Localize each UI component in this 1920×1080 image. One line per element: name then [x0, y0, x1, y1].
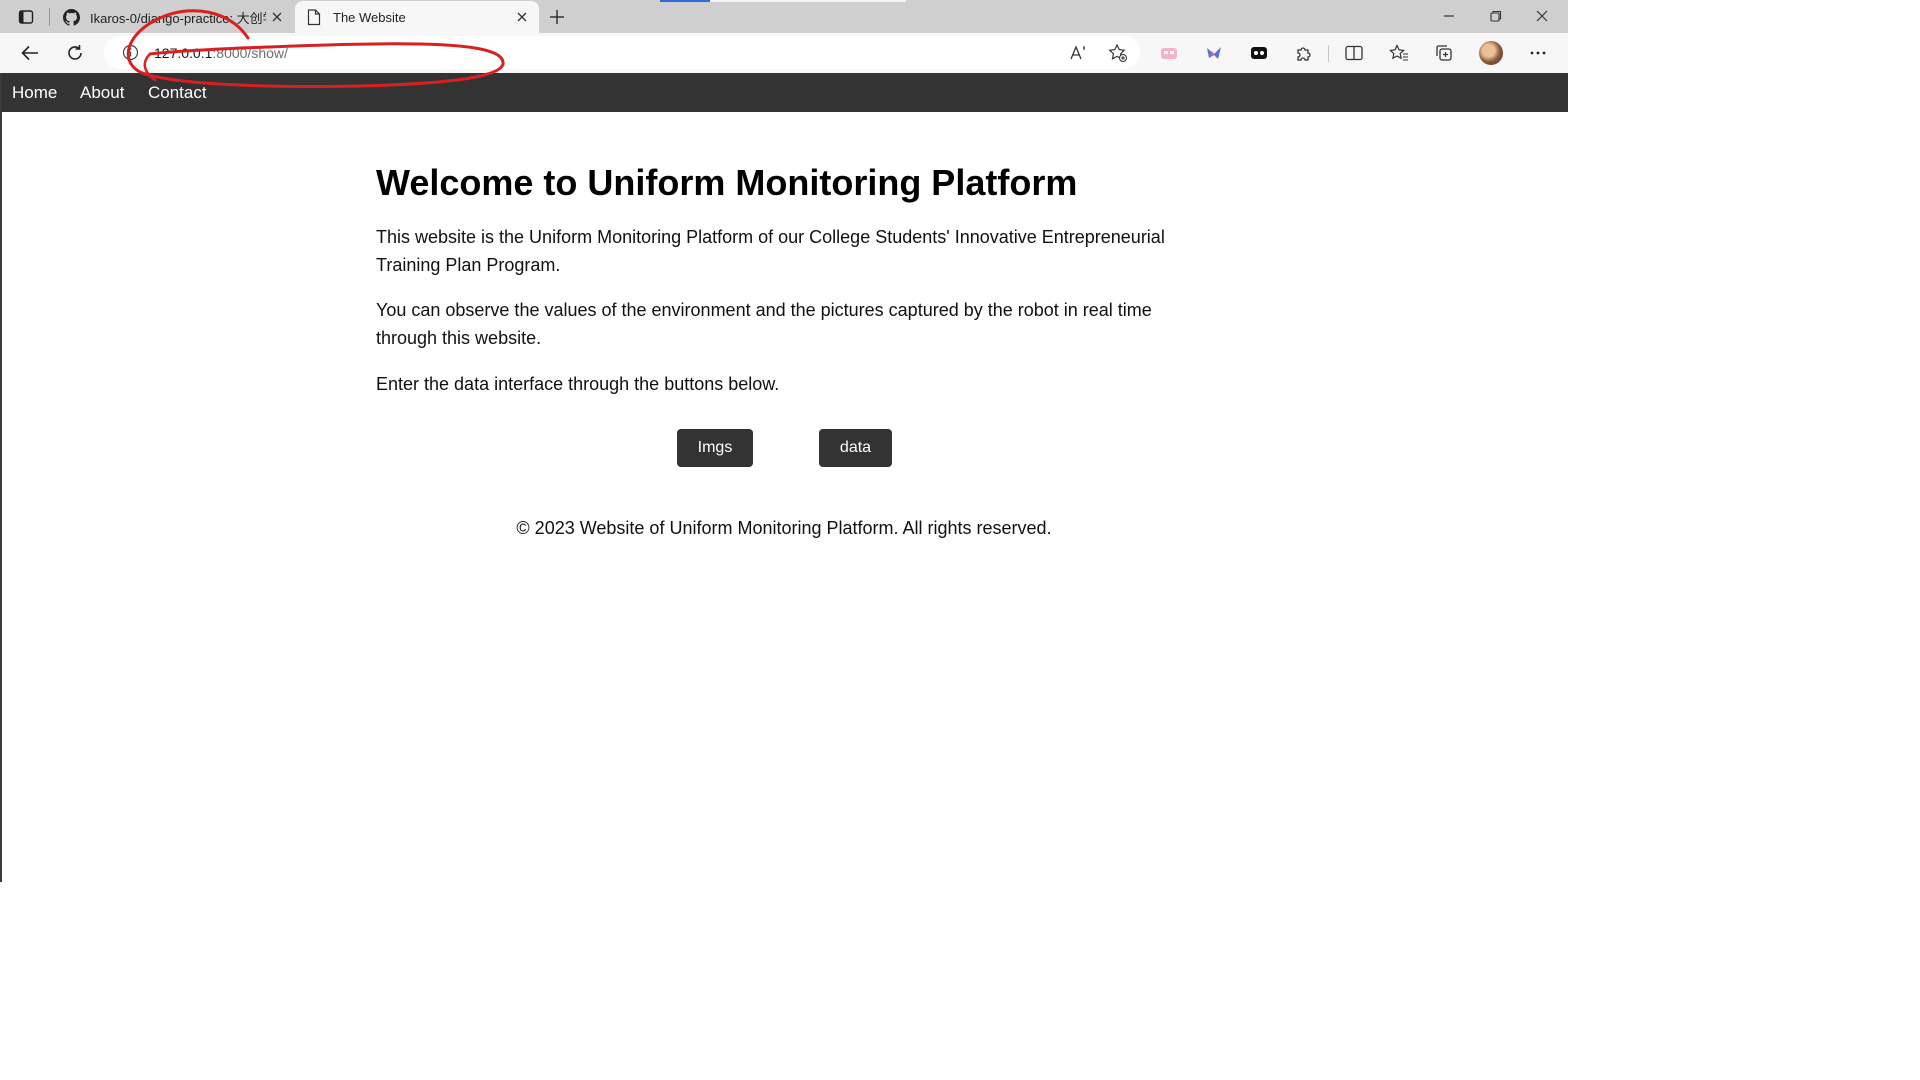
toolbar-divider — [1328, 45, 1329, 62]
tab-title: Ikaros-0/django-practice: 大创学 — [90, 10, 266, 26]
restore-icon[interactable] — [1476, 4, 1516, 28]
more-options-icon[interactable] — [1524, 40, 1552, 66]
address-bar[interactable]: 127.0.0.1:8000/show/ — [104, 36, 1140, 69]
main-content: Welcome to Uniform Monitoring Platform T… — [376, 160, 1206, 394]
page-title: Welcome to Uniform Monitoring Platform — [376, 162, 1078, 203]
split-screen-icon[interactable] — [1340, 40, 1368, 66]
url-path: :8000/show/ — [212, 45, 288, 61]
nav-home-link[interactable]: Home — [12, 83, 57, 103]
tab-title: The Website — [333, 9, 406, 25]
window-left-edge — [0, 73, 2, 882]
refresh-icon[interactable] — [61, 40, 89, 66]
imgs-button[interactable]: Imgs — [677, 429, 753, 467]
tab-actions-icon[interactable] — [14, 6, 38, 28]
tab-the-website[interactable]: The Website — [295, 1, 539, 33]
tab-separator — [49, 8, 50, 26]
browser-toolbar: 127.0.0.1:8000/show/ — [0, 33, 1568, 73]
loading-track — [710, 0, 906, 2]
add-favorite-icon[interactable] — [1106, 42, 1130, 64]
extensions-puzzle-icon[interactable] — [1290, 40, 1318, 66]
url-host: 127.0.0.1 — [154, 45, 213, 61]
back-arrow-icon[interactable] — [16, 40, 44, 66]
read-aloud-icon[interactable] — [1067, 42, 1091, 64]
extension-bird-icon[interactable] — [1200, 40, 1228, 66]
close-tab-icon[interactable] — [511, 6, 533, 28]
browser-tab-strip: Ikaros-0/django-practice: 大创学 The Websit… — [0, 0, 1568, 33]
site-info-icon[interactable] — [122, 44, 139, 61]
favorites-icon[interactable] — [1385, 40, 1413, 66]
new-tab-icon[interactable] — [544, 5, 570, 29]
tab-github[interactable]: Ikaros-0/django-practice: 大创学 — [54, 1, 294, 33]
close-window-icon[interactable] — [1522, 4, 1562, 28]
footer-copyright: © 2023 Website of Uniform Monitoring Pla… — [516, 518, 1052, 538]
profile-avatar[interactable] — [1479, 41, 1503, 65]
intro-paragraph: This website is the Uniform Monitoring P… — [376, 227, 1165, 275]
collections-icon[interactable] — [1430, 40, 1458, 66]
site-navbar: Home About Contact — [2, 73, 1568, 112]
close-tab-icon[interactable] — [266, 6, 288, 28]
nav-about-link[interactable]: About — [80, 83, 124, 103]
url-text[interactable]: 127.0.0.1:8000/show/ — [154, 45, 288, 61]
loading-indicator — [660, 0, 710, 2]
minimize-icon[interactable] — [1429, 4, 1469, 28]
extension-pink-icon[interactable] — [1155, 40, 1183, 66]
description-paragraph: You can observe the values of the enviro… — [376, 300, 1152, 348]
nav-contact-link[interactable]: Contact — [148, 83, 207, 103]
github-icon — [62, 8, 80, 26]
page-icon — [305, 8, 323, 26]
instruction-paragraph: Enter the data interface through the but… — [376, 374, 780, 394]
data-button[interactable]: data — [819, 429, 892, 467]
extension-mask-icon[interactable] — [1245, 40, 1273, 66]
